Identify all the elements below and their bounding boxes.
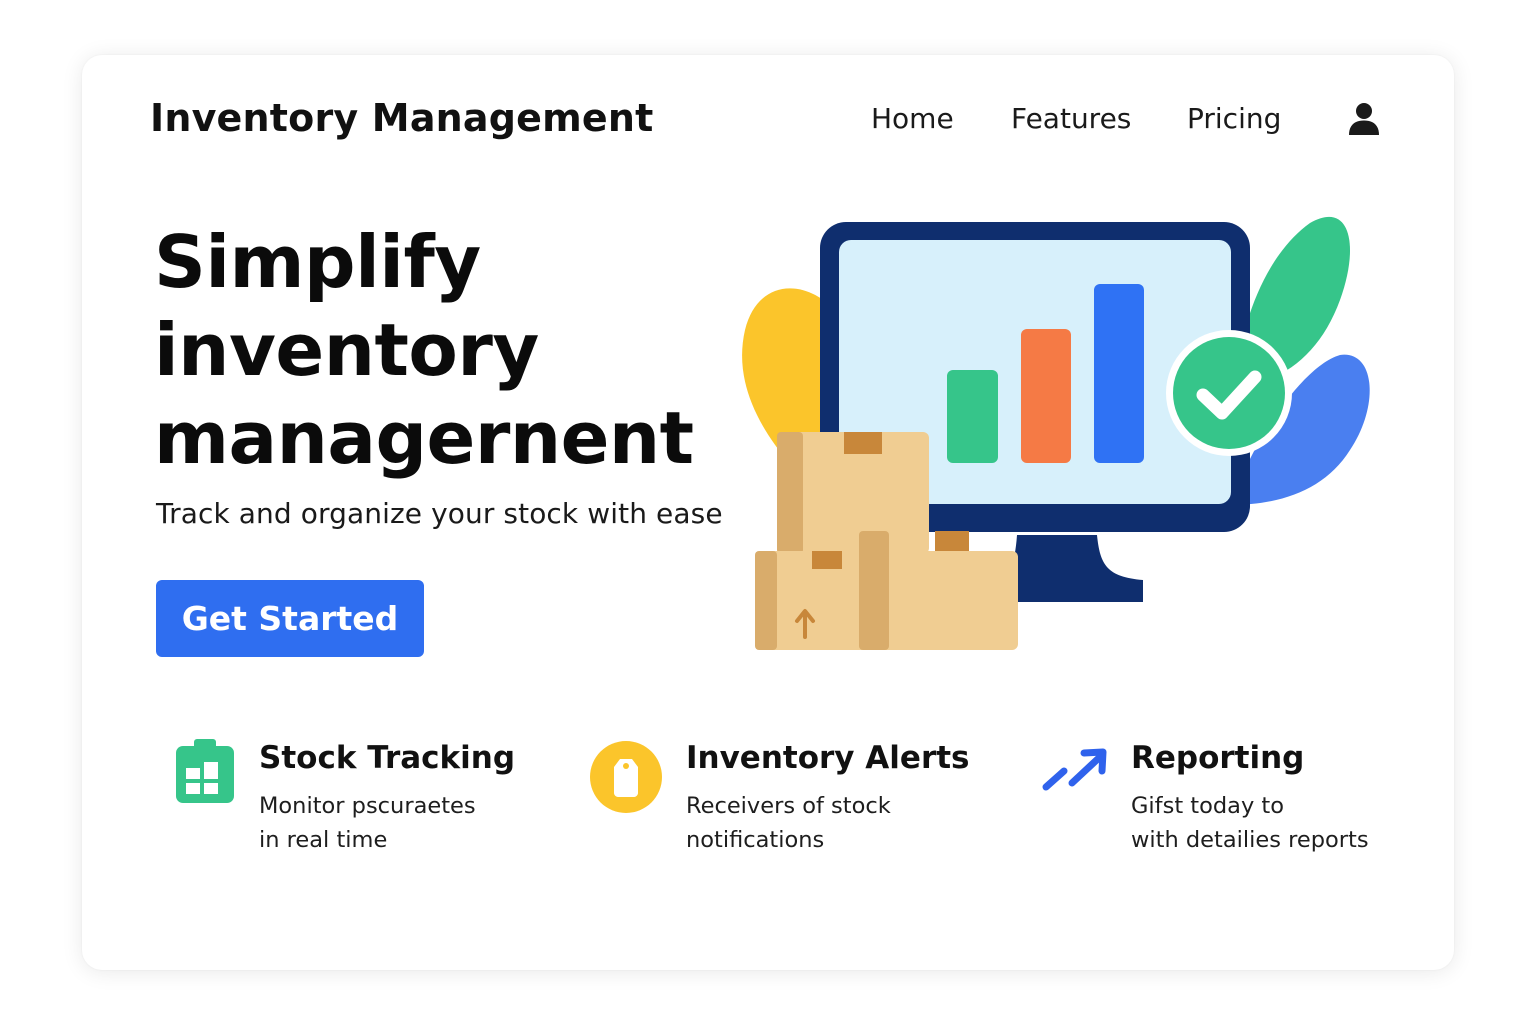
chart-bar-blue — [1094, 284, 1144, 463]
feature-desc-inventory-alerts: Receivers of stock notifications — [686, 789, 891, 857]
hero-title-line-2: inventory — [154, 308, 539, 392]
feature-desc-line: in real time — [259, 827, 388, 853]
chart-bar-orange — [1021, 329, 1071, 463]
clipboard-grid-icon — [176, 739, 234, 803]
get-started-button[interactable]: Get Started — [156, 580, 424, 657]
feature-desc-line: Gifst today to — [1131, 793, 1285, 819]
trending-arrow-icon — [1042, 748, 1107, 791]
feature-desc-reporting: Gifst today to with detailies reports — [1131, 789, 1369, 857]
hero-illustration — [742, 216, 1370, 650]
hero-title-line-3: managernent — [154, 396, 694, 480]
hero-title: Simplify inventory managernent — [154, 218, 754, 482]
nav-home[interactable]: Home — [871, 102, 954, 135]
feature-title-stock-tracking: Stock Tracking — [259, 740, 516, 776]
feature-desc-line: Monitor pscuraetes — [259, 793, 476, 819]
hero-title-line-1: Simplify — [154, 220, 481, 304]
feature-title-inventory-alerts: Inventory Alerts — [686, 740, 970, 776]
feature-title-reporting: Reporting — [1131, 740, 1305, 776]
page: Inventory Management Home Features Prici… — [0, 0, 1536, 1024]
brand-title[interactable]: Inventory Management — [150, 96, 654, 140]
nav-features[interactable]: Features — [1011, 102, 1131, 135]
chart-bar-green — [947, 370, 998, 463]
feature-desc-line: with detailies reports — [1131, 827, 1369, 853]
feature-desc-line: Receivers of stock — [686, 793, 891, 819]
user-icon[interactable] — [1348, 102, 1380, 136]
hero-subtitle: Track and organize your stock with ease — [156, 497, 723, 530]
monitor-stand — [997, 535, 1143, 602]
feature-desc-line: notifications — [686, 827, 825, 853]
tag-alert-icon — [590, 741, 662, 813]
feature-desc-stock-tracking: Monitor pscuraetes in real time — [259, 789, 476, 857]
nav-pricing[interactable]: Pricing — [1187, 102, 1281, 135]
